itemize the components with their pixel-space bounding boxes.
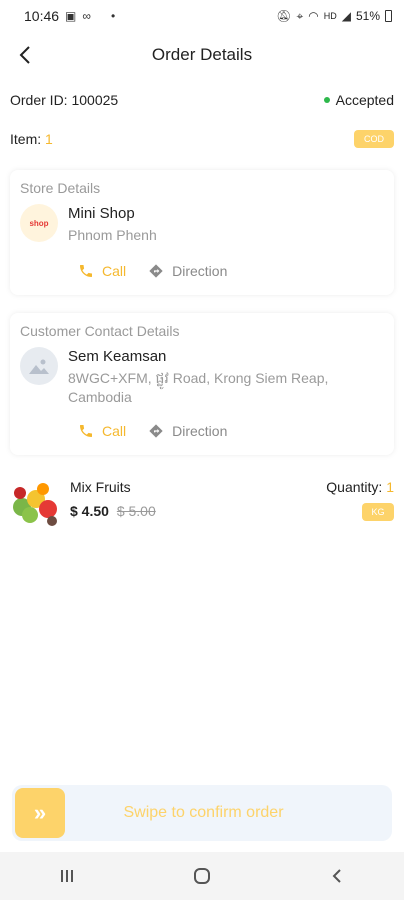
store-direction-label: Direction: [172, 263, 228, 279]
quantity-value: 1: [386, 479, 394, 495]
customer-direction-label: Direction: [172, 423, 228, 439]
order-id-value: 100025: [71, 92, 119, 108]
arrow-left-icon: [19, 46, 30, 64]
app-header: Order Details: [0, 32, 404, 78]
infinity-icon: ∞: [82, 9, 91, 23]
dot-icon: •: [110, 9, 116, 23]
direction-icon: [149, 264, 163, 278]
customer-name: Sem Keamsan: [68, 348, 167, 365]
location-icon: ⌖: [296, 8, 304, 23]
swipe-label: Swipe to confirm order: [123, 804, 284, 821]
nav-back-button[interactable]: [317, 856, 357, 896]
item-count-row: Item: 1 COD: [0, 120, 404, 158]
customer-avatar: [20, 347, 58, 385]
swipe-confirm-bar[interactable]: » Swipe to confirm order: [12, 785, 392, 841]
image-icon: ▣: [65, 9, 77, 23]
store-call-button[interactable]: Call: [78, 263, 126, 279]
chevron-left-icon: [332, 869, 341, 883]
direction-icon: [149, 424, 163, 438]
back-button[interactable]: [10, 40, 40, 70]
quantity-label: Quantity:: [326, 479, 383, 495]
customer-section-title: Customer Contact Details: [20, 323, 180, 339]
product-image: [10, 477, 60, 527]
unit-badge: KG: [362, 503, 394, 521]
phone-icon: [80, 425, 92, 437]
order-id-label: Order ID:: [10, 92, 68, 108]
store-direction-button[interactable]: Direction: [148, 263, 227, 279]
customer-actions: Call Direction: [78, 415, 384, 447]
image-placeholder-icon: [29, 359, 49, 374]
battery-level: 51%: [355, 9, 380, 23]
payment-badge: COD: [354, 130, 394, 148]
customer-call-button[interactable]: Call: [78, 423, 126, 439]
product-price: $ 4.50: [70, 503, 109, 519]
product-quantity: Quantity: 1: [326, 479, 394, 495]
status-bar: 10:46 ▣ ∞ • 🔕︎ ⌖ ◠ HD ◢ 51%: [0, 0, 404, 32]
order-id-row: Order ID: 100025 Accepted: [0, 80, 404, 120]
customer-direction-button[interactable]: Direction: [148, 423, 227, 439]
home-icon: [193, 868, 210, 884]
customer-call-label: Call: [102, 423, 127, 439]
recent-apps-button[interactable]: [47, 856, 87, 896]
status-dot-icon: [323, 97, 330, 104]
store-call-label: Call: [102, 263, 127, 279]
store-section-title: Store Details: [20, 180, 101, 196]
recent-apps-icon: [61, 870, 74, 882]
mute-icon: 🔕︎: [276, 9, 292, 23]
store-logo: shop: [20, 204, 58, 242]
item-count: 1: [45, 131, 53, 147]
battery-icon: [385, 10, 392, 22]
page-title: Order Details: [151, 45, 253, 64]
order-status-label: Accepted: [335, 92, 394, 108]
status-time: 10:46: [24, 8, 60, 24]
network-label: HD: [323, 11, 337, 21]
product-old-price: $ 5.00: [116, 503, 156, 519]
swipe-handle[interactable]: »: [15, 788, 65, 838]
customer-address: 8WGC+XFM, ផ្លូវ Road, Krong Siem Reap, C…: [68, 370, 329, 405]
store-name: Mini Shop: [68, 205, 135, 222]
order-status: Accepted: [323, 92, 394, 108]
wifi-icon: ◠: [308, 9, 319, 23]
product-item: Mix Fruits $ 4.50 $ 5.00 Quantity: 1 KG: [0, 477, 404, 541]
home-button[interactable]: [182, 856, 222, 896]
phone-icon: [80, 265, 92, 277]
system-nav-bar: [0, 852, 404, 900]
item-label: Item:: [10, 131, 42, 147]
store-details-card: Store Details shop Mini Shop Phnom Phenh…: [10, 170, 394, 295]
product-name: Mix Fruits: [70, 479, 131, 495]
store-location: Phnom Phenh: [68, 227, 157, 243]
store-actions: Call Direction: [78, 255, 384, 287]
double-chevron-right-icon: »: [33, 800, 47, 825]
customer-details-card: Customer Contact Details Sem Keamsan 8WG…: [10, 313, 394, 455]
signal-icon: ◢: [341, 9, 351, 23]
fruit-basket-icon: [10, 477, 60, 527]
